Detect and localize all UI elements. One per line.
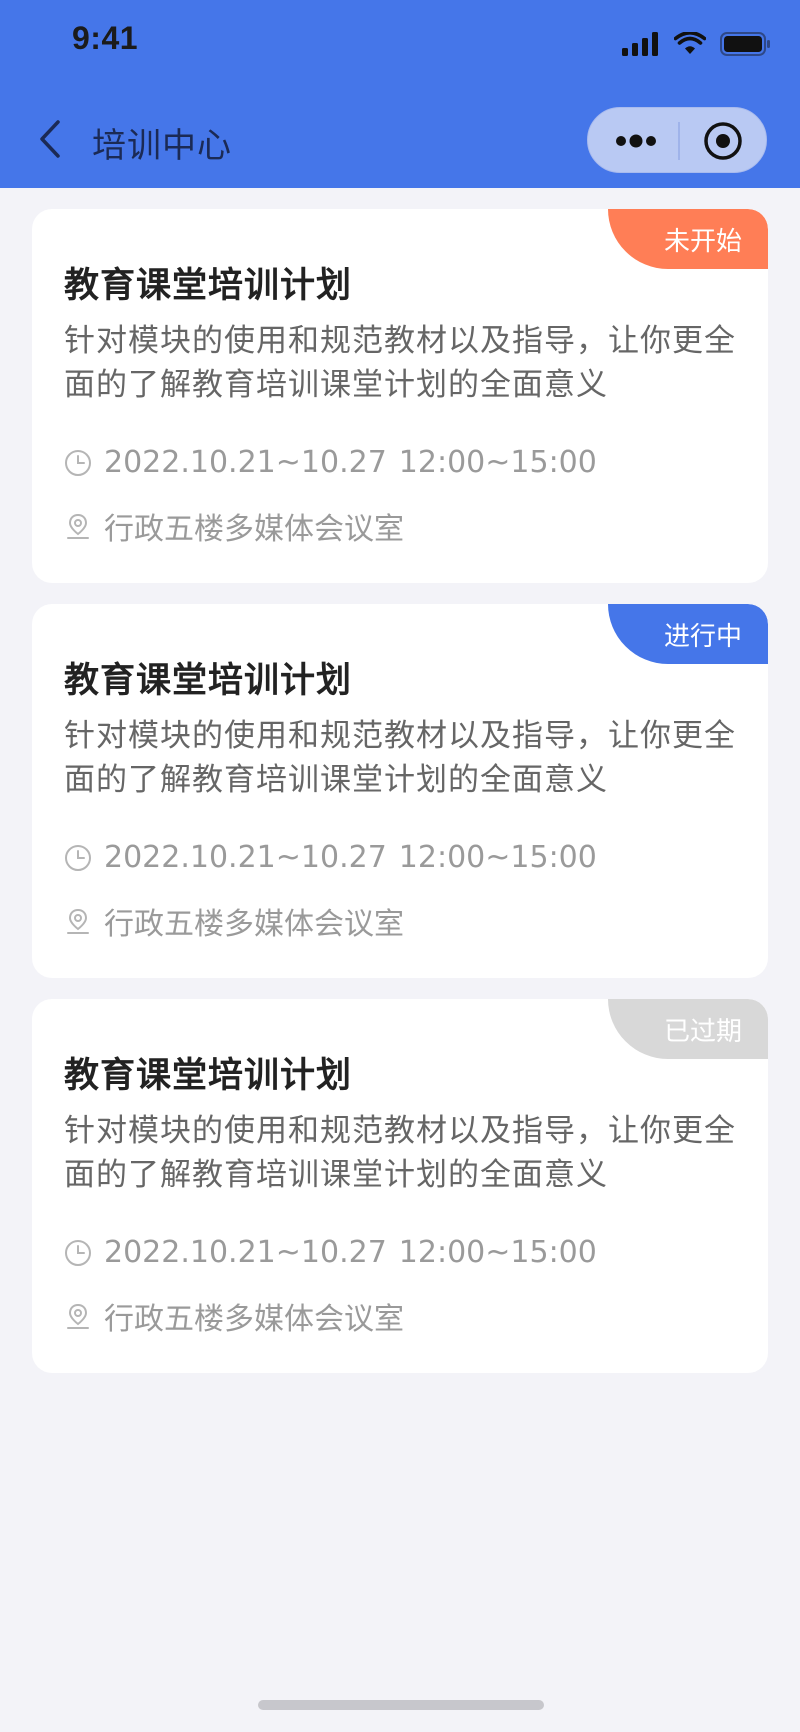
close-miniprogram-icon[interactable]: [702, 120, 744, 162]
more-icon[interactable]: [614, 130, 658, 152]
card-time-range: 12:00~15:00: [398, 840, 597, 875]
status-icons: [622, 32, 772, 56]
back-icon[interactable]: [34, 114, 70, 164]
card-time: 2022.10.21~10.27 12:00~15:00: [64, 840, 597, 875]
card-time-range: 12:00~15:00: [398, 445, 597, 480]
training-card[interactable]: 已过期 教育课堂培训计划 针对模块的使用和规范教材以及指导，让你更全面的了解教育…: [32, 999, 768, 1373]
home-indicator[interactable]: [258, 1700, 544, 1710]
status-time: 9:41: [72, 20, 139, 56]
training-card[interactable]: 未开始 教育课堂培训计划 针对模块的使用和规范教材以及指导，让你更全面的了解教育…: [32, 209, 768, 583]
card-location: 行政五楼多媒体会议室: [64, 899, 404, 943]
status-badge: 进行中: [608, 604, 768, 664]
miniprogram-capsule: [587, 107, 767, 173]
card-date-range: 2022.10.21~10.27: [104, 840, 387, 875]
card-title: 教育课堂培训计划: [64, 661, 353, 701]
card-date-range: 2022.10.21~10.27: [104, 445, 387, 480]
header-bar: 9:41 培训中心: [0, 0, 800, 188]
card-location: 行政五楼多媒体会议室: [64, 504, 404, 548]
location-pin-icon: [67, 908, 89, 934]
signal-icon: [622, 32, 658, 56]
card-description: 针对模块的使用和规范教材以及指导，让你更全面的了解教育培训课堂计划的全面意义: [64, 1113, 736, 1193]
card-location-text: 行政五楼多媒体会议室: [104, 907, 404, 942]
card-date-range: 2022.10.21~10.27: [104, 1235, 387, 1270]
wifi-icon: [674, 32, 706, 54]
card-time-range: 12:00~15:00: [398, 1235, 597, 1270]
clock-icon: [65, 1239, 91, 1266]
location-pin-icon: [67, 1303, 89, 1329]
card-location: 行政五楼多媒体会议室: [64, 1294, 404, 1338]
training-card[interactable]: 进行中 教育课堂培训计划 针对模块的使用和规范教材以及指导，让你更全面的了解教育…: [32, 604, 768, 978]
battery-icon: [720, 32, 770, 56]
card-title: 教育课堂培训计划: [64, 1056, 353, 1096]
card-time: 2022.10.21~10.27 12:00~15:00: [64, 1235, 597, 1270]
card-location-text: 行政五楼多媒体会议室: [104, 1302, 404, 1337]
card-description: 针对模块的使用和规范教材以及指导，让你更全面的了解教育培训课堂计划的全面意义: [64, 323, 736, 403]
clock-icon: [65, 844, 91, 871]
page-title: 培训中心: [92, 126, 232, 166]
status-badge: 未开始: [608, 209, 768, 269]
card-description: 针对模块的使用和规范教材以及指导，让你更全面的了解教育培训课堂计划的全面意义: [64, 718, 736, 798]
card-title: 教育课堂培训计划: [64, 266, 353, 306]
capsule-divider: [678, 122, 680, 160]
card-location-text: 行政五楼多媒体会议室: [104, 512, 404, 547]
card-time: 2022.10.21~10.27 12:00~15:00: [64, 445, 597, 480]
location-pin-icon: [67, 513, 89, 539]
status-badge: 已过期: [608, 999, 768, 1059]
clock-icon: [65, 449, 91, 476]
